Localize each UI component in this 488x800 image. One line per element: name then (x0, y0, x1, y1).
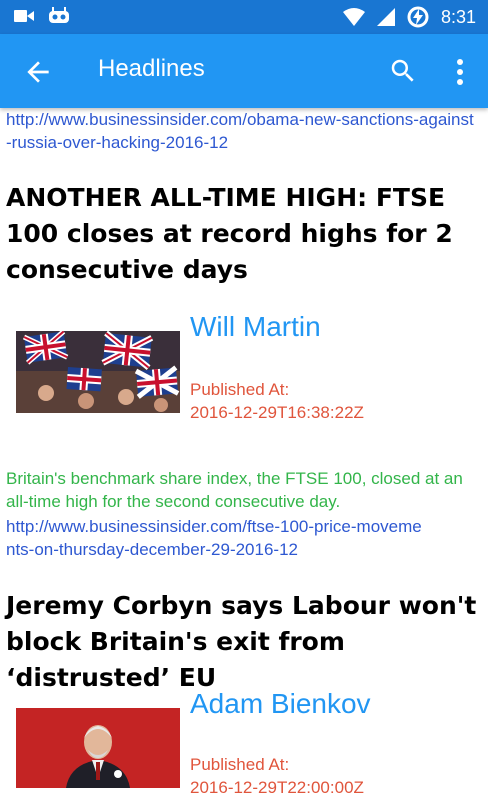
article-author: Adam Bienkov (190, 688, 371, 719)
signal-icon (376, 8, 395, 26)
article-headline[interactable]: Jeremy Corbyn says Labour won't block Br… (6, 588, 484, 696)
article-headline[interactable]: ANOTHER ALL-TIME HIGH: FTSE 100 closes a… (6, 180, 484, 288)
page-title: Headlines (98, 55, 205, 82)
headline-list[interactable]: http://www.businessinsider.com/obama-new… (0, 108, 488, 800)
published-date: 2016-12-29T22:00:00Z (190, 778, 364, 797)
published-label: Published At: (190, 380, 290, 399)
wifi-icon (342, 8, 365, 26)
article-description: Britain's benchmark share index, the FTS… (6, 469, 463, 511)
arrow-back-icon[interactable] (22, 56, 54, 88)
android-icon (49, 7, 69, 23)
article-author: Will Martin (190, 311, 321, 342)
battery-charging-icon (407, 6, 429, 28)
article-thumbnail-portrait (16, 708, 180, 788)
article-published: Published At: 2016-12-29T16:38:22Z (190, 378, 364, 424)
status-right-icons: 8:31 (342, 6, 476, 28)
app-toolbar: Headlines (0, 34, 488, 108)
status-time: 8:31 (440, 6, 476, 27)
article-published: Published At: 2016-12-29T22:00:00Z (190, 753, 364, 799)
published-label: Published At: (190, 755, 290, 774)
more-vert-icon[interactable] (452, 56, 468, 88)
published-date: 2016-12-29T16:38:22Z (190, 403, 364, 422)
status-bar: 8:31 (0, 0, 488, 34)
article-thumbnail-union-flags (16, 331, 180, 413)
article-link[interactable]: http://www.businessinsider.com/obama-new… (6, 108, 476, 154)
video-camera-icon (14, 10, 34, 22)
article-link[interactable]: http://www.businessinsider.com/ftse-100-… (6, 515, 426, 561)
status-left-icons (14, 7, 70, 25)
search-icon[interactable] (388, 56, 418, 86)
